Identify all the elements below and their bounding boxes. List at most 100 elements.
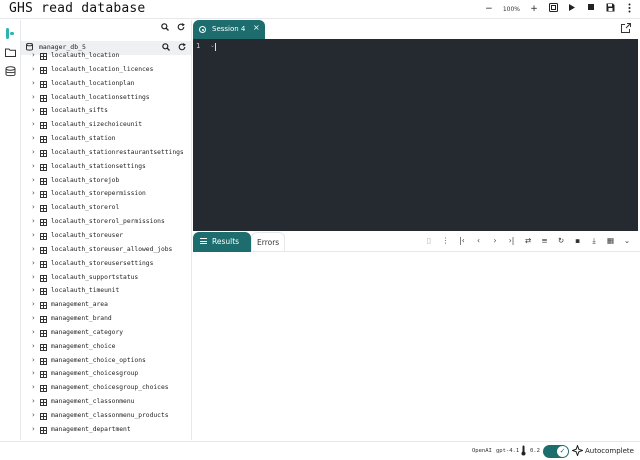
chevron-right-icon[interactable]: ›	[32, 51, 35, 59]
table-row[interactable]: › localauth_storeuser	[21, 230, 191, 244]
chevron-right-icon[interactable]: ›	[32, 65, 35, 73]
table-row[interactable]: › management_department	[21, 424, 191, 438]
table-row[interactable]: › management_choicesgroup	[21, 368, 191, 382]
chevron-right-icon[interactable]: ›	[32, 93, 35, 101]
delete-icon[interactable]: ▪	[573, 236, 583, 246]
chevron-right-icon[interactable]: ›	[32, 189, 35, 197]
chevron-right-icon[interactable]: ›	[32, 217, 35, 225]
table-name: localauth_storejob	[51, 176, 120, 184]
table-row[interactable]: › management_classonmenu_products	[21, 410, 191, 424]
table-row[interactable]: › management_brand	[21, 313, 191, 327]
table-row[interactable]: › management_choicesgroup_choices	[21, 382, 191, 396]
refresh-icon[interactable]	[177, 23, 185, 31]
table-name: localauth_location_licences	[51, 65, 154, 73]
chevron-right-icon[interactable]: ›	[32, 106, 35, 114]
tab-session[interactable]: Session 4 ×	[193, 20, 265, 39]
table-row[interactable]: › management_classonmenu	[21, 396, 191, 410]
table-row[interactable]: › management_choice_options	[21, 355, 191, 369]
table-row[interactable]: › localauth_stationrestaurantsettings	[21, 147, 191, 161]
stop-button[interactable]	[586, 3, 596, 15]
table-row[interactable]: › localauth_storerol	[21, 202, 191, 216]
table-icon	[40, 122, 47, 130]
chevron-right-icon[interactable]: ›	[32, 314, 35, 322]
last-page-icon[interactable]: ›|	[507, 236, 517, 246]
search-icon[interactable]	[161, 23, 169, 31]
temperature-value[interactable]: 0.2	[530, 448, 540, 454]
table-row[interactable]: › localauth_station	[21, 133, 191, 147]
chevron-right-icon[interactable]: ›	[32, 411, 35, 419]
chevron-right-icon[interactable]: ›	[32, 300, 35, 308]
fit-view-button[interactable]	[548, 3, 558, 15]
chevron-right-icon[interactable]: ›	[32, 273, 35, 281]
chevron-right-icon[interactable]: ›	[32, 259, 35, 267]
logo-icon[interactable]	[5, 28, 16, 39]
columns-icon[interactable]: ▦	[606, 236, 616, 246]
table-row[interactable]: › localauth_supportstatus	[21, 272, 191, 286]
new-tab-icon[interactable]	[621, 23, 631, 33]
folder-icon[interactable]	[5, 47, 16, 58]
zoom-in-button[interactable]: +	[529, 3, 539, 15]
table-name: localauth_station	[51, 135, 116, 143]
table-row[interactable]: › localauth_storepermission	[21, 188, 191, 202]
chevron-right-icon[interactable]: ›	[32, 356, 35, 364]
transpose-icon[interactable]: ⇄	[523, 236, 533, 246]
table-row[interactable]: › localauth_stationsettings	[21, 161, 191, 175]
chevron-right-icon[interactable]: ›	[32, 369, 35, 377]
expand-chevron-icon[interactable]: ⌄	[622, 236, 632, 246]
chevron-right-icon[interactable]: ›	[32, 328, 35, 336]
chevron-right-icon[interactable]: ›	[32, 383, 35, 391]
table-icon	[40, 80, 47, 88]
table-row[interactable]: › localauth_sizechoiceunit	[21, 119, 191, 133]
table-row[interactable]: › localauth_sifts	[21, 105, 191, 119]
table-row[interactable]: › localauth_location_licences	[21, 64, 191, 78]
table-row[interactable]: › management_area	[21, 299, 191, 313]
table-icon	[40, 329, 47, 337]
first-page-icon[interactable]: |‹	[457, 236, 467, 246]
chevron-right-icon[interactable]: ›	[32, 120, 35, 128]
rows-per-page-icon[interactable]: ⋮	[441, 236, 451, 246]
sql-editor[interactable]: 1 ⌄	[193, 39, 638, 231]
page-info-icon[interactable]: ▯	[424, 236, 434, 246]
filter-icon[interactable]: ≡	[540, 236, 550, 246]
table-row[interactable]: › localauth_location	[21, 50, 191, 64]
chevron-right-icon[interactable]: ›	[32, 176, 35, 184]
table-row[interactable]: › localauth_storeusersettings	[21, 258, 191, 272]
tab-results[interactable]: Results	[193, 232, 251, 252]
table-row[interactable]: › localauth_timeunit	[21, 285, 191, 299]
table-row[interactable]: › localauth_storeuser_allowed_jobs	[21, 244, 191, 258]
run-button[interactable]	[567, 3, 577, 15]
llm-provider[interactable]: OpenAI	[472, 448, 492, 454]
chevron-right-icon[interactable]: ›	[32, 342, 35, 350]
chevron-right-icon[interactable]: ›	[32, 231, 35, 239]
chevron-right-icon[interactable]: ›	[32, 397, 35, 405]
chevron-right-icon[interactable]: ›	[32, 203, 35, 211]
table-icon	[40, 288, 47, 296]
more-button[interactable]	[624, 3, 634, 15]
previous-page-icon[interactable]: ‹	[474, 236, 484, 246]
chevron-right-icon[interactable]: ›	[32, 79, 35, 87]
table-row[interactable]: › localauth_locationsettings	[21, 92, 191, 106]
autocomplete-toggle[interactable]: ✓	[543, 445, 569, 458]
next-page-icon[interactable]: ›	[490, 236, 500, 246]
chevron-right-icon[interactable]: ›	[32, 286, 35, 294]
chevron-right-icon[interactable]: ›	[32, 148, 35, 156]
download-icon[interactable]: ⤓	[589, 236, 599, 246]
table-row[interactable]: › localauth_locationplan	[21, 78, 191, 92]
table-row[interactable]: › management_choice	[21, 341, 191, 355]
table-row[interactable]: › management_category	[21, 327, 191, 341]
chevron-right-icon[interactable]: ›	[32, 245, 35, 253]
chevron-right-icon[interactable]: ›	[32, 162, 35, 170]
chevron-right-icon[interactable]: ›	[32, 439, 35, 440]
refresh-results-icon[interactable]: ↻	[556, 236, 566, 246]
chevron-right-icon[interactable]: ›	[32, 425, 35, 433]
llm-model[interactable]: gpt-4.1	[496, 448, 519, 454]
tab-errors[interactable]: Errors	[251, 232, 285, 252]
chevron-right-icon[interactable]: ›	[32, 134, 35, 142]
zoom-out-button[interactable]: −	[484, 3, 494, 15]
table-row[interactable]: ›management_discount	[21, 438, 191, 440]
database-icon[interactable]	[5, 66, 16, 77]
close-tab-button[interactable]: ×	[253, 23, 260, 32]
save-button[interactable]	[605, 3, 615, 15]
table-row[interactable]: › localauth_storejob	[21, 175, 191, 189]
table-row[interactable]: › localauth_storerol_permissions	[21, 216, 191, 230]
